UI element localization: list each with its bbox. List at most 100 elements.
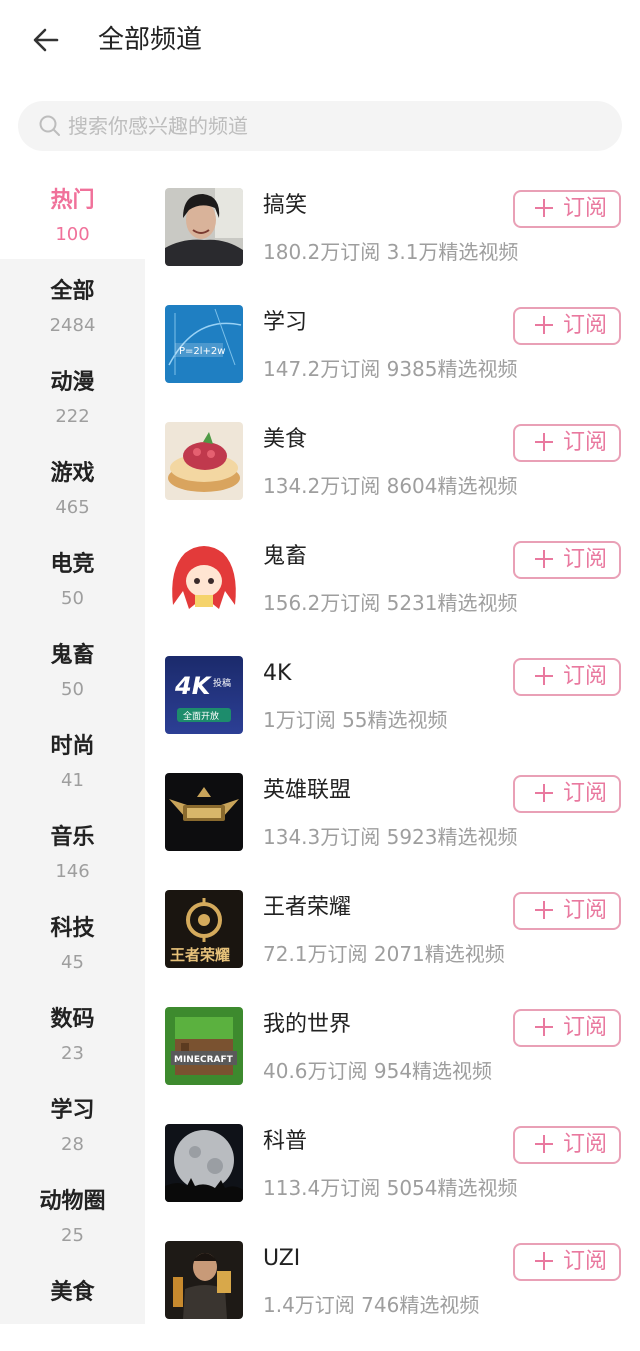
- channel-stats: 72.1万订阅 2071精选视频: [263, 942, 505, 966]
- channel-stats: 134.2万订阅 8604精选视频: [263, 474, 518, 498]
- lol-logo-icon: [165, 773, 243, 851]
- thumb-caption: 全面开放: [183, 710, 219, 722]
- channel-name: 鬼畜: [263, 544, 308, 569]
- anime-mascot-icon: [165, 539, 243, 617]
- subscribe-button[interactable]: 订阅: [513, 1126, 621, 1164]
- sidebar-item-count: 222: [55, 406, 90, 427]
- thumb-caption: P=2l+2w: [179, 346, 225, 357]
- subscribe-button[interactable]: 订阅: [513, 1009, 621, 1047]
- subscribe-button[interactable]: 订阅: [513, 1243, 621, 1281]
- plus-icon: [535, 316, 553, 334]
- thumb-caption: 投稿: [213, 677, 231, 689]
- sidebar-item-digital[interactable]: 数码 23: [0, 987, 145, 1078]
- sidebar-item-music[interactable]: 音乐 146: [0, 805, 145, 896]
- sidebar-item-study[interactable]: 学习 28: [0, 1078, 145, 1169]
- channel-stats: 156.2万订阅 5231精选视频: [263, 591, 518, 615]
- subscribe-button[interactable]: 订阅: [513, 541, 621, 579]
- sidebar-item-count: 50: [61, 679, 84, 700]
- subscribe-label: 订阅: [563, 781, 608, 806]
- person-photo-icon: [165, 188, 243, 266]
- subscribe-label: 订阅: [563, 313, 608, 338]
- channel-row[interactable]: 美食 134.2万订阅 8604精选视频 订阅: [145, 402, 640, 519]
- back-arrow-icon: [33, 28, 59, 52]
- channel-stats: 1.4万订阅 746精选视频: [263, 1293, 480, 1317]
- subscribe-label: 订阅: [563, 1249, 608, 1274]
- plus-icon: [535, 784, 553, 802]
- pancake-photo-icon: [165, 422, 243, 500]
- channel-name: UZI: [263, 1246, 301, 1271]
- 4k-logo-icon: 4K 投稿 全面开放: [165, 656, 243, 734]
- sidebar-item-count: 465: [55, 497, 90, 518]
- channel-stats: 113.4万订阅 5054精选视频: [263, 1176, 518, 1200]
- channel-row[interactable]: 搞笑 180.2万订阅 3.1万精选视频 订阅: [145, 168, 640, 285]
- channel-row[interactable]: MINECRAFT 我的世界 40.6万订阅 954精选视频 订阅: [145, 987, 640, 1104]
- channel-name: 我的世界: [263, 1012, 352, 1037]
- sidebar-item-label: 全部: [50, 279, 95, 304]
- subscribe-button[interactable]: 订阅: [513, 658, 621, 696]
- subscribe-label: 订阅: [563, 1015, 608, 1040]
- sidebar-item-label: 动物圈: [39, 1189, 106, 1214]
- plus-icon: [535, 1018, 553, 1036]
- subscribe-label: 订阅: [563, 898, 608, 923]
- subscribe-button[interactable]: 订阅: [513, 190, 621, 228]
- sidebar-item-count: 2484: [49, 315, 96, 336]
- plus-icon: [535, 550, 553, 568]
- sidebar-item-games[interactable]: 游戏 465: [0, 441, 145, 532]
- channel-row[interactable]: 英雄联盟 134.3万订阅 5923精选视频 订阅: [145, 753, 640, 870]
- plus-icon: [535, 433, 553, 451]
- channel-name: 搞笑: [263, 193, 308, 218]
- sidebar-item-esports[interactable]: 电竞 50: [0, 532, 145, 623]
- channel-row[interactable]: 科普 113.4万订阅 5054精选视频 订阅: [145, 1104, 640, 1221]
- sidebar-item-label: 鬼畜: [50, 643, 95, 668]
- sidebar-item-food[interactable]: 美食: [0, 1260, 145, 1351]
- channel-stats: 40.6万订阅 954精选视频: [263, 1059, 493, 1083]
- subscribe-label: 订阅: [563, 547, 608, 572]
- plus-icon: [535, 667, 553, 685]
- sidebar-item-tech[interactable]: 科技 45: [0, 896, 145, 987]
- sidebar-item-all[interactable]: 全部 2484: [0, 259, 145, 350]
- subscribe-button[interactable]: 订阅: [513, 307, 621, 345]
- subscribe-button[interactable]: 订阅: [513, 775, 621, 813]
- sidebar-item-label: 热门: [50, 188, 95, 213]
- channel-stats: 1万订阅 55精选视频: [263, 708, 448, 732]
- sidebar-item-kichiku[interactable]: 鬼畜 50: [0, 623, 145, 714]
- player-photo-icon: [165, 1241, 243, 1319]
- thumb-caption: 王者荣耀: [170, 946, 230, 964]
- plus-icon: [535, 1135, 553, 1153]
- subscribe-label: 订阅: [563, 664, 608, 689]
- sidebar-item-count: 25: [61, 1225, 84, 1246]
- sidebar-item-label: 学习: [50, 1098, 95, 1123]
- subscribe-label: 订阅: [563, 1132, 608, 1157]
- sidebar-item-hot[interactable]: 热门 100: [0, 168, 145, 259]
- sidebar-item-count: 41: [61, 770, 84, 791]
- channel-row[interactable]: UZI 1.4万订阅 746精选视频 订阅: [145, 1221, 640, 1338]
- channel-row[interactable]: 王者荣耀 王者荣耀 72.1万订阅 2071精选视频 订阅: [145, 870, 640, 987]
- subscribe-button[interactable]: 订阅: [513, 424, 621, 462]
- search-input[interactable]: 搜索你感兴趣的频道: [18, 101, 622, 151]
- sidebar-item-count: 28: [61, 1134, 84, 1155]
- back-button[interactable]: [28, 22, 64, 58]
- plus-icon: [535, 199, 553, 217]
- thumb-caption: 4K: [174, 672, 213, 700]
- moon-photo-icon: [165, 1124, 243, 1202]
- sidebar-item-label: 电竞: [50, 552, 95, 577]
- minecraft-logo-icon: MINECRAFT: [165, 1007, 243, 1085]
- subscribe-button[interactable]: 订阅: [513, 892, 621, 930]
- sidebar-item-count: 50: [61, 588, 84, 609]
- sidebar-item-label: 动漫: [50, 370, 95, 395]
- sidebar-item-count: 100: [55, 224, 90, 245]
- top-bar: 全部频道: [0, 0, 640, 82]
- hok-logo-icon: 王者荣耀: [165, 890, 243, 968]
- channel-name: 4K: [263, 661, 292, 686]
- channel-row[interactable]: 4K 投稿 全面开放 4K 1万订阅 55精选视频 订阅: [145, 636, 640, 753]
- subscribe-label: 订阅: [563, 430, 608, 455]
- sidebar-item-anime[interactable]: 动漫 222: [0, 350, 145, 441]
- channel-name: 学习: [263, 310, 308, 335]
- channel-row[interactable]: 鬼畜 156.2万订阅 5231精选视频 订阅: [145, 519, 640, 636]
- sidebar-item-fashion[interactable]: 时尚 41: [0, 714, 145, 805]
- sidebar-item-animals[interactable]: 动物圈 25: [0, 1169, 145, 1260]
- channel-row[interactable]: P=2l+2w 学习 147.2万订阅 9385精选视频 订阅: [145, 285, 640, 402]
- sidebar-item-label: 时尚: [50, 734, 95, 759]
- subscribe-label: 订阅: [563, 196, 608, 221]
- channel-name: 科普: [263, 1129, 308, 1154]
